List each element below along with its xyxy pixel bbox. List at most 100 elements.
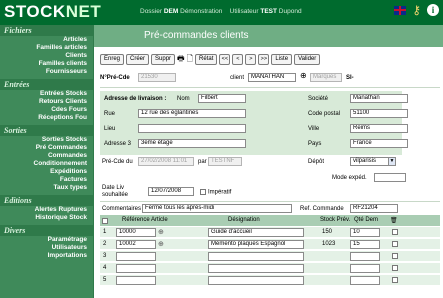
previous-record-button[interactable]: < — [232, 53, 244, 65]
place-label: Lieu — [104, 126, 116, 132]
by-field[interactable]: TESTNF — [208, 157, 242, 166]
shipping-mode-field[interactable] — [374, 173, 406, 182]
imperative-checkbox[interactable]: Impératif — [200, 189, 231, 196]
col-reference: Référence Article — [122, 217, 168, 223]
ref-cell[interactable]: 10002 — [116, 240, 156, 249]
sidebar-item-utilisateurs[interactable]: Utilisateurs — [0, 244, 93, 252]
street-field[interactable]: 12 rue des églantines — [138, 109, 246, 118]
city-field[interactable]: Reims — [350, 124, 408, 133]
country-field[interactable]: France — [350, 139, 408, 148]
address3-label: Adresse 3 — [104, 141, 132, 147]
sidebar-item-conditionnement[interactable]: Conditionnement — [0, 160, 93, 168]
sidebar-item-historique-stock[interactable]: Historique Stock — [0, 214, 93, 222]
designation-cell[interactable]: Mémento plaques Espagnol — [208, 240, 304, 249]
postal-code-field[interactable]: 51100 — [350, 109, 408, 118]
order-ref-field[interactable]: RF21204 — [350, 204, 398, 213]
first-record-button[interactable]: << — [219, 53, 231, 65]
row-checkbox[interactable] — [392, 265, 398, 271]
designation-cell[interactable] — [208, 264, 304, 273]
name-field[interactable]: Filbert — [198, 94, 246, 103]
ref-cell[interactable] — [116, 264, 156, 273]
sidebar-item-alertes-ruptures[interactable]: Alertes Ruptures — [0, 206, 93, 214]
row-checkbox[interactable] — [392, 241, 398, 247]
sidebar-item-taux-types[interactable]: Taux types — [0, 184, 93, 192]
company-field[interactable]: Manathan — [350, 94, 408, 103]
document-icon[interactable]: 🗋 — [187, 54, 193, 64]
top-bar: STOCKNET Dossier DEM Démonstration Utili… — [0, 0, 443, 25]
binoculars-icon[interactable]: ⊕ — [300, 71, 307, 81]
sidebar: Fichiers Articles Familles articles Clie… — [0, 25, 93, 298]
sidebar-section-editions: Editions — [0, 195, 93, 206]
key-icon[interactable]: ⚷ — [412, 4, 421, 16]
sidebar-item-articles[interactable]: Articles — [0, 36, 93, 44]
next-record-button[interactable]: > — [245, 53, 257, 65]
designation-cell[interactable]: Guide d'accueil — [208, 228, 304, 237]
sidebar-item-fournisseurs[interactable]: Fournisseurs — [0, 68, 93, 76]
binoculars-icon[interactable]: ⊕ — [158, 240, 164, 249]
row-checkbox[interactable] — [392, 253, 398, 259]
sidebar-item-pre-commandes[interactable]: Pré Commandes — [0, 144, 93, 152]
sidebar-item-retours-clients[interactable]: Retours Clients — [0, 98, 93, 106]
client-field[interactable]: MANATHAN — [248, 73, 296, 82]
create-button[interactable]: Créer — [126, 53, 150, 65]
precde-number-label: N°Pré-Cde — [100, 75, 130, 81]
delivery-date-field[interactable]: 12/07/2008 — [148, 187, 194, 196]
designation-cell[interactable] — [208, 276, 304, 285]
designation-cell[interactable] — [208, 252, 304, 261]
chevron-down-icon: ▼ — [388, 158, 395, 165]
precde-number-field[interactable]: 21530 — [138, 73, 176, 82]
delivery-address-label: Adresse de livraison : — [104, 96, 167, 102]
last-record-button[interactable]: >> — [258, 53, 270, 65]
qty-cell[interactable]: 15 — [350, 240, 380, 249]
ref-cell[interactable]: 10000 — [116, 228, 156, 237]
reset-button[interactable]: Rétat — [195, 53, 218, 65]
depot-select[interactable]: vilparisis ▼ — [350, 157, 396, 166]
qty-cell[interactable] — [350, 276, 380, 285]
col-delete-icon: 🗑 — [390, 218, 398, 224]
sidebar-item-clients[interactable]: Clients — [0, 52, 93, 60]
info-icon[interactable]: i — [427, 4, 439, 16]
city-label: Ville — [308, 126, 320, 132]
row-checkbox[interactable] — [392, 229, 398, 235]
select-all-checkbox[interactable] — [102, 218, 108, 224]
precde-date-field[interactable]: 27/02/2008 11:01 — [138, 157, 194, 166]
delivery-date-label-1: Date Liv — [102, 185, 125, 191]
sidebar-item-cdes-fours[interactable]: Cdes Fours — [0, 106, 93, 114]
ref-cell[interactable] — [116, 276, 156, 285]
sidebar-item-familles-articles[interactable]: Familles articles — [0, 44, 93, 52]
qty-cell[interactable] — [350, 264, 380, 273]
sidebar-item-familles-clients[interactable]: Familles clients — [0, 60, 93, 68]
flag-uk-icon[interactable] — [394, 5, 407, 15]
ref-cell[interactable] — [116, 252, 156, 261]
validate-button[interactable]: Valider — [294, 53, 321, 65]
by-label: par — [198, 159, 207, 165]
list-button[interactable]: Liste — [271, 53, 293, 65]
sidebar-item-expeditions[interactable]: Expéditions — [0, 168, 93, 176]
comments-field[interactable]: Fermé tous les après-midi — [142, 204, 292, 213]
qty-cell[interactable] — [350, 252, 380, 261]
sidebar-item-receptions-fou[interactable]: Réceptions Fou — [0, 114, 93, 122]
print-icon[interactable]: 🖶 — [177, 54, 185, 64]
qty-cell[interactable]: 10 — [350, 228, 380, 237]
sidebar-item-entrees-stocks[interactable]: Entrées Stocks — [0, 90, 93, 98]
app-logo[interactable]: STOCKNET — [4, 2, 101, 22]
name-label: Nom — [177, 96, 190, 102]
row-checkbox[interactable] — [392, 277, 398, 283]
address3-field[interactable]: 3eme étage — [138, 139, 246, 148]
col-qty: Qté Dem — [354, 217, 379, 223]
delete-button[interactable]: Suppr — [151, 53, 176, 65]
country-label: Pays — [308, 141, 322, 147]
client-label: client — [230, 75, 245, 81]
sidebar-item-parametrage[interactable]: Paramétrage — [0, 236, 93, 244]
page-title: Pré-commandes clients — [94, 25, 443, 47]
toolbar: Enreg Créer Suppr 🖶 🗋 Rétat << < > >> Li… — [94, 51, 443, 67]
sidebar-item-sorties-stocks[interactable]: Sorties Stocks — [0, 136, 93, 144]
client-brand-field[interactable]: Marques — [310, 73, 342, 82]
table-row: 1 10000 ⊕ Guide d'accueil 150 10 — [100, 227, 440, 238]
sidebar-item-importations[interactable]: Importations — [0, 252, 93, 260]
save-button[interactable]: Enreg — [100, 53, 125, 65]
sidebar-item-commandes[interactable]: Commandes — [0, 152, 93, 160]
binoculars-icon[interactable]: ⊕ — [158, 228, 164, 237]
place-field[interactable] — [138, 124, 246, 133]
sidebar-item-factures[interactable]: Factures — [0, 176, 93, 184]
